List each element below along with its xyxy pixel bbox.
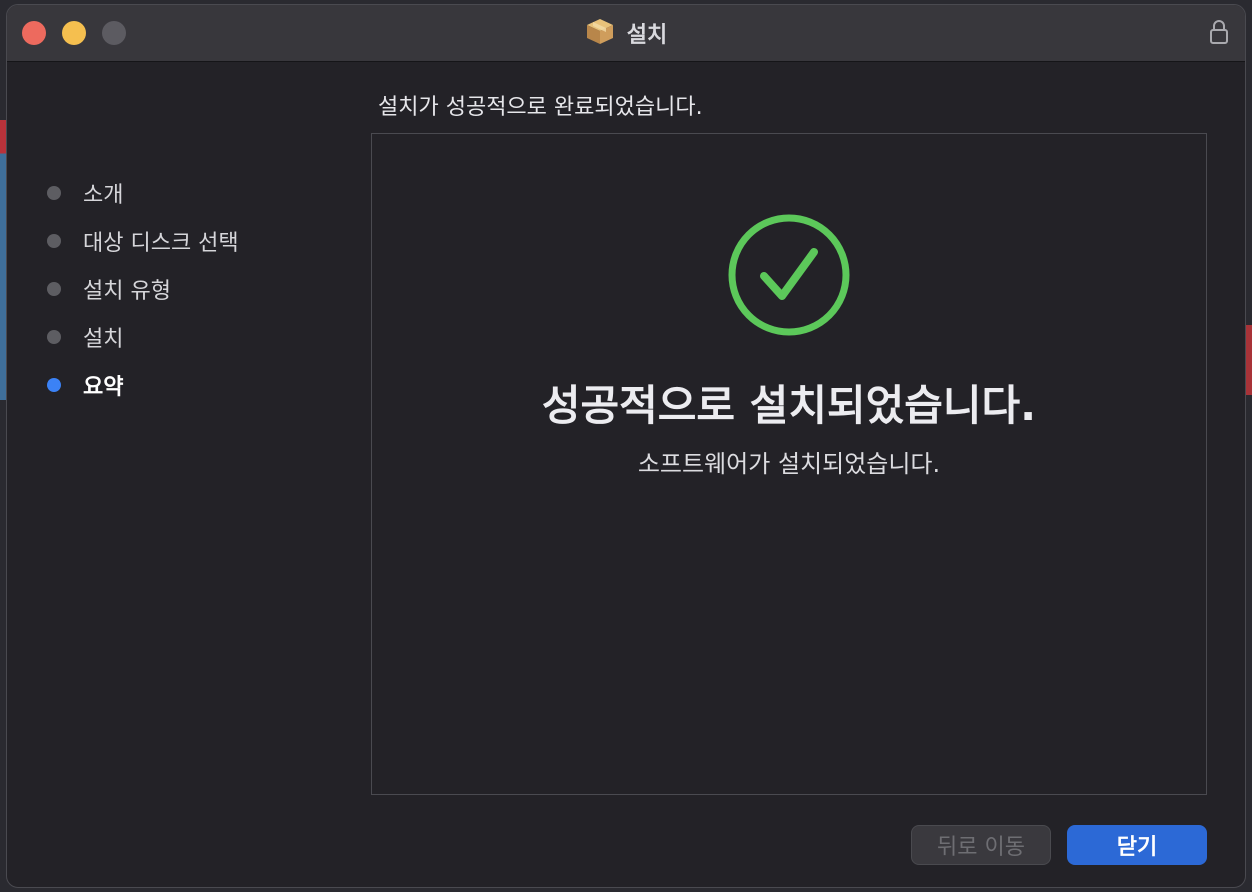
step-label: 설치: [83, 327, 124, 352]
step-indicator: [47, 234, 61, 248]
content-panel: 성공적으로 설치되었습니다. 소프트웨어가 설치되었습니다.: [371, 133, 1207, 795]
desktop-background-right: [1246, 325, 1252, 395]
close-button[interactable]: 닫기: [1067, 825, 1207, 865]
step-summary: 요약: [47, 370, 123, 400]
step-installation-type: 설치 유형: [47, 274, 171, 304]
step-indicator: [47, 186, 61, 200]
window-title: 설치: [626, 23, 668, 48]
package-icon: [585, 16, 615, 50]
step-indicator: [47, 330, 61, 344]
step-label: 요약: [83, 375, 124, 400]
step-installation: 설치: [47, 322, 123, 352]
window-title-group: 설치: [7, 5, 1245, 61]
page-header: 설치가 성공적으로 완료되었습니다.: [378, 95, 703, 120]
success-title: 성공적으로 설치되었습니다.: [541, 381, 1037, 430]
success-subtitle: 소프트웨어가 설치되었습니다.: [637, 450, 941, 478]
step-label: 설치 유형: [83, 279, 171, 304]
step-destination: 대상 디스크 선택: [47, 226, 239, 256]
step-label: 대상 디스크 선택: [83, 231, 239, 256]
title-bar: 설치: [7, 5, 1245, 62]
step-label: 소개: [83, 183, 124, 208]
step-indicator: [47, 282, 61, 296]
step-indicator-current: [47, 378, 61, 392]
back-button[interactable]: 뒤로 이동: [911, 825, 1051, 865]
steps-sidebar: 소개 대상 디스크 선택 설치 유형 설치 요약: [7, 62, 367, 887]
installer-window: 설치 소개 대상 디스크 선택 설치 유형 설치 요약 설치가 성공적으로 완료…: [6, 4, 1246, 888]
step-introduction: 소개: [47, 178, 123, 208]
lock-icon: [1209, 19, 1229, 45]
